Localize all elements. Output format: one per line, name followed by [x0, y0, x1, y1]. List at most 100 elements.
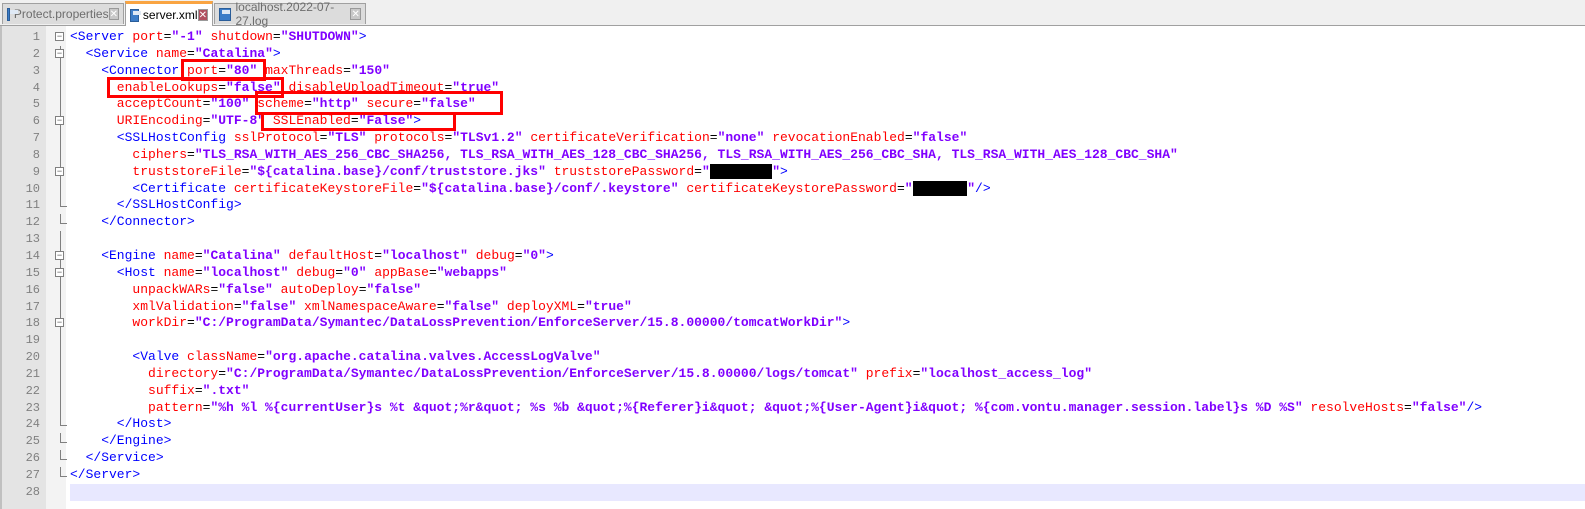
code-line[interactable]: 19: [2, 332, 1585, 350]
code-line[interactable]: 25 </Engine>: [2, 433, 1585, 450]
line-number: 12: [25, 215, 40, 230]
line-number: 1: [32, 30, 40, 44]
close-tab-icon[interactable]: ✕: [197, 9, 208, 21]
code-line[interactable]: 16 unpackWARs="false" autoDeploy="false": [2, 281, 1585, 299]
code-line[interactable]: 14− <Engine name="Catalina" defaultHost=…: [2, 247, 1585, 265]
fold-line: [60, 130, 61, 147]
fold-end-marker: [60, 433, 67, 444]
xml-tag: </Server>: [70, 466, 141, 482]
xml-tag: <Service: [70, 45, 156, 61]
code-line[interactable]: 26 </Service>: [2, 450, 1585, 467]
fold-end-marker: [60, 416, 67, 427]
line-code[interactable]: </Engine>: [70, 433, 1585, 450]
xml-attribute: name: [163, 247, 195, 263]
xml-value: "%h %l %{currentUser}s %t &quot;%r&quot;…: [210, 399, 1303, 415]
xml-value: "localhost": [382, 247, 468, 263]
line-code[interactable]: [70, 332, 1585, 349]
code-lines[interactable]: 1− <Server port="-1" shutdown="SHUTDOWN">…: [2, 29, 1585, 501]
code-line[interactable]: 1 − <Server port="-1" shutdown="SHUTDOWN">: [2, 29, 1585, 46]
fold-line: [60, 365, 61, 383]
line-code[interactable]: </Service>: [70, 450, 1585, 467]
tab-protect-properties[interactable]: Protect.properties ✕: [2, 3, 124, 24]
line-number: 21: [25, 366, 40, 381]
fold-collapse-icon[interactable]: −: [55, 166, 64, 176]
fold-line: [60, 79, 61, 97]
fold-collapse-icon[interactable]: −: [55, 48, 64, 58]
code-line[interactable]: 28: [2, 483, 1585, 501]
line-code[interactable]: <Certificate certificateKeystoreFile="${…: [70, 180, 1585, 198]
xml-punctuation: =: [577, 298, 585, 314]
line-code[interactable]: workDir="C:/ProgramData/Symantec/DataLos…: [70, 315, 1585, 332]
code-line[interactable]: 24 </Host>: [2, 416, 1585, 433]
code-line[interactable]: 13: [2, 231, 1585, 248]
tab-server-xml[interactable]: server.xml ✕: [125, 1, 213, 26]
line-code[interactable]: <SSLHostConfig sslProtocol = "TLS" protoco…: [70, 130, 1585, 147]
fold-collapse-icon[interactable]: −: [55, 250, 64, 260]
xml-value: "false": [241, 298, 297, 314]
fold-collapse-icon[interactable]: −: [55, 32, 64, 41]
line-code[interactable]: </SSLHostConfig>: [70, 197, 1585, 214]
line-code[interactable]: truststoreFile = "${catalina.base}/conf/tr…: [70, 163, 1585, 181]
line-number: 15: [25, 265, 40, 280]
xml-value: "${catalina.base}/conf/truststore.jks": [249, 163, 546, 179]
fold-collapse-icon[interactable]: −: [55, 116, 64, 126]
xml-value: "SHUTDOWN": [280, 29, 359, 44]
xml-tag: <Server: [70, 29, 133, 44]
line-code[interactable]: <Engine name="Catalina" defaultHost="loc…: [70, 248, 1585, 265]
xml-punctuation: =: [374, 247, 383, 263]
line-code[interactable]: <Valve className="org.apache.catalina.va…: [70, 349, 1585, 366]
line-code[interactable]: </Connector>: [70, 214, 1585, 231]
line-code[interactable]: xmlValidation="false" xmlNamespaceAware=…: [70, 299, 1585, 316]
line-code[interactable]: [70, 483, 1585, 501]
line-code[interactable]: [70, 231, 1585, 248]
save-disk-icon: [7, 7, 18, 21]
xml-attribute: debug: [467, 247, 515, 263]
xml-punctuation: =: [514, 247, 523, 263]
line-code[interactable]: <Server port="-1" shutdown="SHUTDOWN">: [70, 29, 1585, 46]
code-line[interactable]: 18 − workDir="C:/ProgramData/Symantec/Dat…: [2, 315, 1585, 333]
xml-value: "100": [210, 96, 250, 112]
code-line[interactable]: 11 </SSLHostConfig>: [2, 197, 1585, 214]
xml-value: "none": [717, 130, 765, 146]
tab-localhost-log[interactable]: localhost.2022-07-27.log ✕: [214, 0, 366, 28]
code-line[interactable]: 12 </Connector>: [2, 214, 1585, 231]
xml-tag: </Engine>: [70, 433, 172, 449]
line-code[interactable]: unpackWARs="false" autoDeploy="false": [70, 282, 1585, 299]
code-line[interactable]: 20 <Valve className="org.apache.catalina…: [2, 349, 1585, 366]
fold-line: [60, 332, 61, 350]
code-line[interactable]: 9 − truststoreFile = "${catalina.base}/conf…: [2, 163, 1585, 181]
code-line[interactable]: 10 <Certificate certificateKeystoreFile=…: [2, 180, 1585, 198]
code-line[interactable]: 8 ciphers="TLS_RSA_WITH_AES_256_CBC_SHA2…: [2, 146, 1585, 164]
code-line[interactable]: 7 <SSLHostConfig sslProtocol = "TLS" proto…: [2, 130, 1585, 147]
xml-tag: >: [272, 45, 281, 61]
line-code[interactable]: </Host>: [70, 416, 1585, 433]
xml-value: ".txt": [202, 382, 250, 398]
code-line[interactable]: 15 − <Host name="localhost" debug="0" app…: [2, 264, 1585, 282]
line-code[interactable]: </Server>: [70, 467, 1585, 484]
fold-collapse-icon[interactable]: −: [55, 318, 64, 328]
code-line[interactable]: 27 </Server>: [2, 466, 1585, 484]
code-line[interactable]: 5 acceptCount="100" scheme="http" secure…: [2, 96, 1585, 114]
fold-line: [60, 399, 61, 417]
close-tab-icon[interactable]: ✕: [108, 8, 119, 20]
xml-attribute: name: [163, 264, 195, 280]
line-code[interactable]: <Service name="Catalina">: [70, 46, 1585, 63]
code-line[interactable]: 6− URIEncoding="UTF-8" SSLEnabled="False…: [2, 113, 1585, 131]
fold-collapse-icon[interactable]: −: [55, 267, 64, 277]
code-line[interactable]: 23 pattern = "%h %l %{currentUser}s %t &qu…: [2, 399, 1585, 417]
line-code[interactable]: <Host name="localhost" debug="0" appBase…: [70, 265, 1585, 282]
code-editor[interactable]: 1− <Server port="-1" shutdown="SHUTDOWN">…: [0, 26, 1585, 509]
line-code[interactable]: suffix=".txt": [70, 383, 1585, 400]
xml-attribute: sslProtocol: [233, 130, 320, 146]
xml-value: "false": [912, 130, 968, 146]
line-code[interactable]: ciphers="TLS_RSA_WITH_AES_256_CBC_SHA256…: [70, 147, 1585, 164]
close-tab-icon[interactable]: ✕: [350, 8, 361, 20]
code-line[interactable]: 17 xmlValidation="false" xmlNamespaceAwa…: [2, 298, 1585, 316]
line-code[interactable]: directory="C:/ProgramData/Symantec/DataL…: [70, 366, 1585, 383]
line-code[interactable]: pattern = "%h %l %{currentUser}s %t &quot;…: [70, 400, 1585, 417]
xml-punctuation: =: [194, 264, 203, 280]
code-line[interactable]: 22 suffix=".txt": [2, 382, 1585, 400]
xml-tag: >: [842, 315, 851, 331]
code-line[interactable]: 21 directory="C:/ProgramData/Symantec/Da…: [2, 365, 1585, 383]
line-code[interactable]: <Connector port="80" maxThreads="150": [70, 63, 1585, 80]
